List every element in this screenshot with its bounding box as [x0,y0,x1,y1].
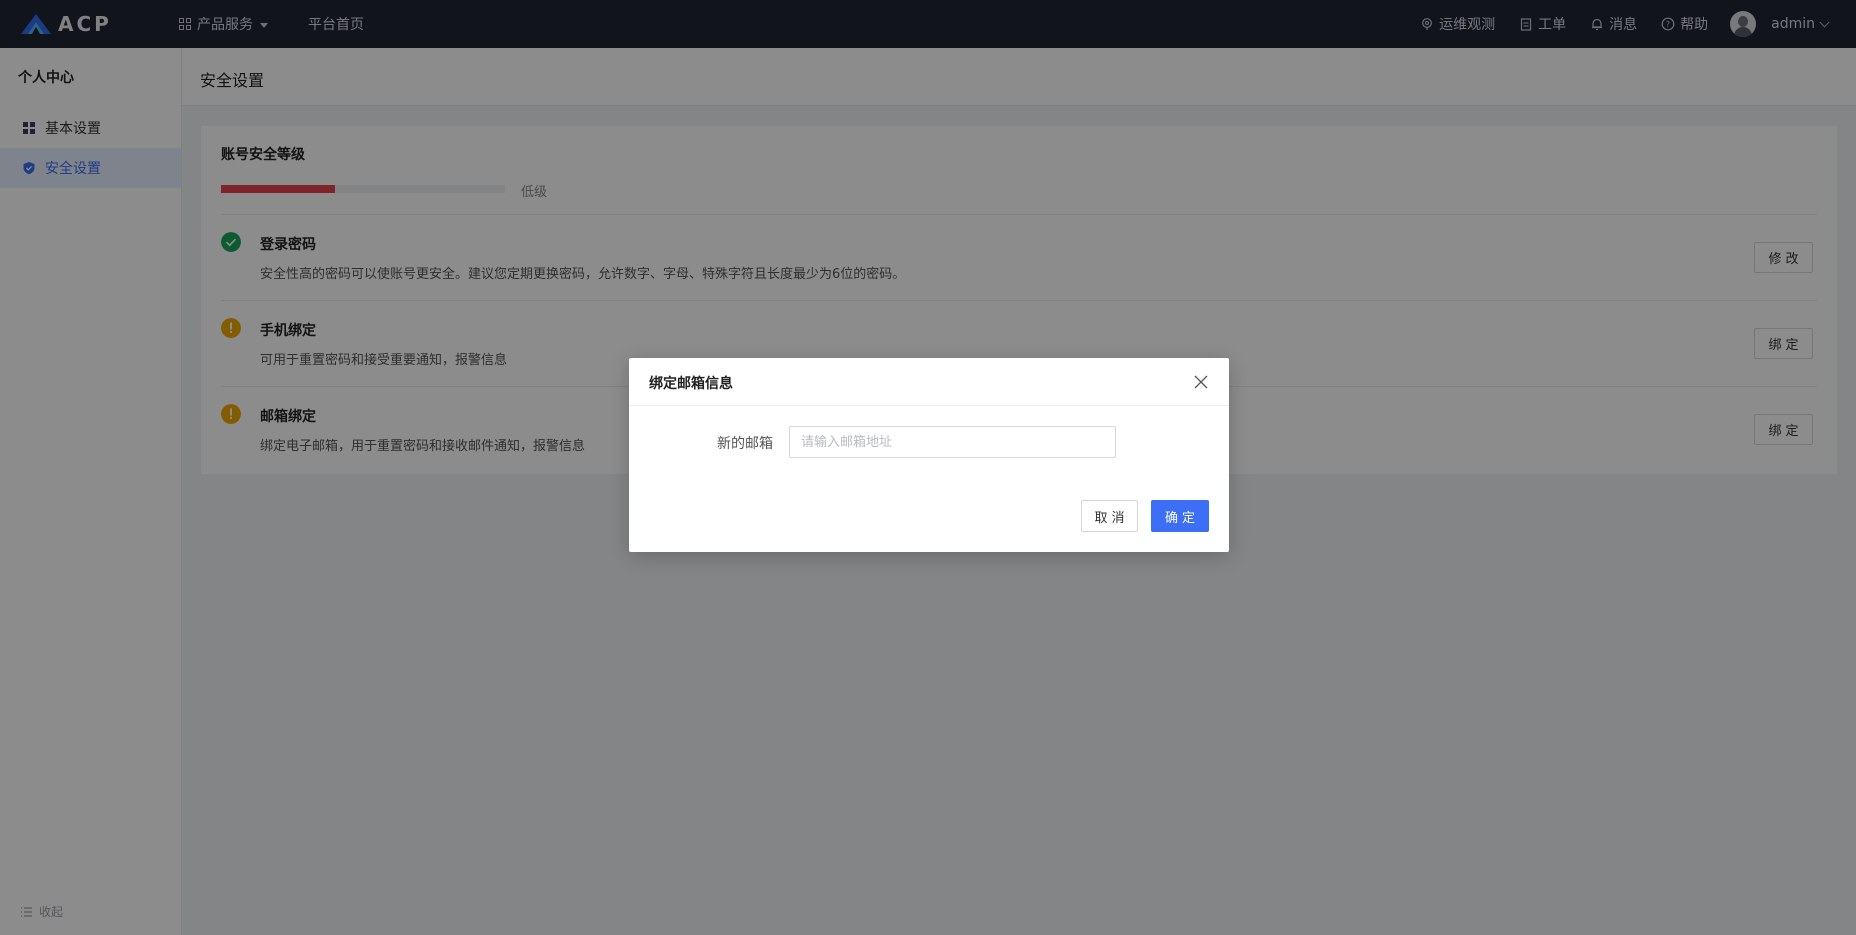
bind-email-dialog: 绑定邮箱信息 新的邮箱 取消 确定 [629,358,1229,552]
dialog-header: 绑定邮箱信息 [629,358,1229,406]
confirm-button[interactable]: 确定 [1151,500,1209,532]
cancel-button[interactable]: 取消 [1081,500,1138,532]
email-field-label: 新的邮箱 [717,436,773,452]
close-icon[interactable] [1191,372,1211,392]
email-input[interactable] [789,426,1116,458]
dialog-title: 绑定邮箱信息 [649,376,733,392]
